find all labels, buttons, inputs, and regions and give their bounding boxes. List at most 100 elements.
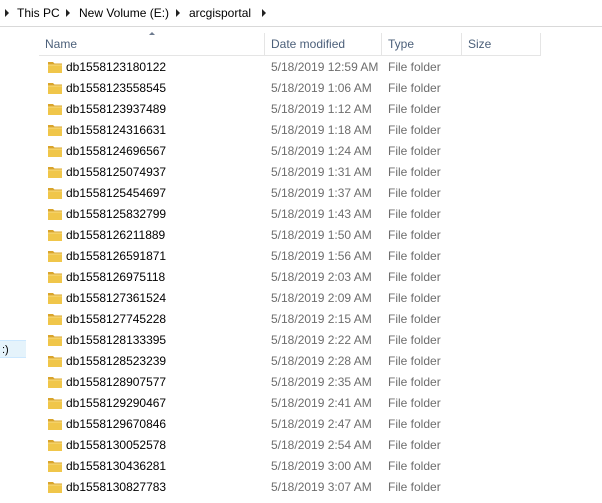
list-item[interactable]: db1558124316631 5/18/2019 1:18 AM File fol… bbox=[39, 120, 602, 141]
list-item[interactable]: db1558126591871 5/18/2019 1:56 AM File fol… bbox=[39, 246, 602, 267]
file-name[interactable]: db1558129670846 bbox=[66, 414, 166, 435]
navigation-pane: :) bbox=[0, 27, 26, 503]
file-type: File folder bbox=[388, 291, 441, 305]
column-header: Name Date modified Type Size bbox=[39, 32, 541, 56]
column-header-date[interactable]: Date modified bbox=[265, 33, 382, 55]
file-name[interactable]: db1558125074937 bbox=[66, 162, 166, 183]
chevron-right-icon[interactable] bbox=[66, 9, 70, 17]
file-name[interactable]: db1558129290467 bbox=[66, 393, 166, 414]
folder-icon bbox=[48, 356, 62, 367]
chevron-right-icon[interactable] bbox=[176, 9, 180, 17]
column-header-name[interactable]: Name bbox=[39, 32, 265, 55]
list-item[interactable]: db1558125832799 5/18/2019 1:43 AM File fol… bbox=[39, 204, 602, 225]
list-item[interactable]: db1558130436281 5/18/2019 3:00 AM File fol… bbox=[39, 456, 602, 477]
folder-icon bbox=[48, 230, 62, 241]
list-item[interactable]: db1558128907577 5/18/2019 2:35 AM File fol… bbox=[39, 372, 602, 393]
column-header-size[interactable]: Size bbox=[462, 33, 541, 55]
file-type: File folder bbox=[388, 123, 441, 137]
folder-icon bbox=[48, 125, 62, 136]
list-item[interactable]: db1558130827783 5/18/2019 3:07 AM File fol… bbox=[39, 477, 602, 498]
file-type: File folder bbox=[388, 480, 441, 494]
list-item[interactable]: db1558124696567 5/18/2019 1:24 AM File fol… bbox=[39, 141, 602, 162]
chevron-right-icon[interactable] bbox=[262, 9, 266, 17]
file-type: File folder bbox=[388, 186, 441, 200]
folder-icon bbox=[48, 272, 62, 283]
file-name[interactable]: db1558123180122 bbox=[66, 57, 166, 78]
address-bar[interactable]: This PC New Volume (E:) arcgisportal bbox=[0, 0, 602, 27]
folder-icon bbox=[48, 314, 62, 325]
list-item[interactable]: db1558129290467 5/18/2019 2:41 AM File fol… bbox=[39, 393, 602, 414]
file-name[interactable]: db1558128523239 bbox=[66, 351, 166, 372]
nav-item-selected[interactable]: :) bbox=[0, 340, 26, 358]
file-date-modified: 5/18/2019 2:41 AM bbox=[271, 396, 372, 410]
file-date-modified: 5/18/2019 2:09 AM bbox=[271, 291, 372, 305]
breadcrumb-arcgisportal[interactable]: arcgisportal bbox=[189, 0, 251, 26]
list-item[interactable]: db1558123937489 5/18/2019 1:12 AM File fol… bbox=[39, 99, 602, 120]
folder-icon bbox=[48, 251, 62, 262]
file-name[interactable]: db1558126591871 bbox=[66, 246, 166, 267]
file-name[interactable]: db1558126975118 bbox=[66, 267, 165, 288]
file-name[interactable]: db1558125832799 bbox=[66, 204, 166, 225]
file-name[interactable]: db1558130052578 bbox=[66, 435, 166, 456]
folder-icon bbox=[48, 104, 62, 115]
file-name[interactable]: db1558125454697 bbox=[66, 183, 166, 204]
file-date-modified: 5/18/2019 1:43 AM bbox=[271, 207, 372, 221]
file-type: File folder bbox=[388, 438, 441, 452]
list-item[interactable]: db1558127361524 5/18/2019 2:09 AM File fol… bbox=[39, 288, 602, 309]
file-type: File folder bbox=[388, 417, 441, 431]
folder-icon bbox=[48, 83, 62, 94]
file-type: File folder bbox=[388, 333, 441, 347]
folder-icon bbox=[48, 146, 62, 157]
file-name[interactable]: db1558130436281 bbox=[66, 456, 166, 477]
list-item[interactable]: db1558127745228 5/18/2019 2:15 AM File fol… bbox=[39, 309, 602, 330]
file-type: File folder bbox=[388, 396, 441, 410]
list-item[interactable]: db1558125074937 5/18/2019 1:31 AM File fol… bbox=[39, 162, 602, 183]
list-item[interactable]: db1558126211889 5/18/2019 1:50 AM File fol… bbox=[39, 225, 602, 246]
file-date-modified: 5/18/2019 3:00 AM bbox=[271, 459, 372, 473]
folder-icon bbox=[48, 440, 62, 451]
file-name[interactable]: db1558127745228 bbox=[66, 309, 166, 330]
file-type: File folder bbox=[388, 228, 441, 242]
file-name[interactable]: db1558128133395 bbox=[66, 330, 166, 351]
folder-icon bbox=[48, 188, 62, 199]
folder-icon bbox=[48, 62, 62, 73]
folder-icon bbox=[48, 461, 62, 472]
breadcrumb-this-pc[interactable]: This PC bbox=[17, 0, 60, 26]
file-name[interactable]: db1558126211889 bbox=[66, 225, 165, 246]
list-item[interactable]: db1558125454697 5/18/2019 1:37 AM File fol… bbox=[39, 183, 602, 204]
breadcrumb-new-volume[interactable]: New Volume (E:) bbox=[79, 0, 169, 26]
file-date-modified: 5/18/2019 2:22 AM bbox=[271, 333, 372, 347]
folder-icon bbox=[48, 167, 62, 178]
file-name[interactable]: db1558123558545 bbox=[66, 78, 166, 99]
file-type: File folder bbox=[388, 207, 441, 221]
list-item[interactable]: db1558128133395 5/18/2019 2:22 AM File fol… bbox=[39, 330, 602, 351]
list-item[interactable]: db1558126975118 5/18/2019 2:03 AM File fol… bbox=[39, 267, 602, 288]
file-date-modified: 5/18/2019 2:15 AM bbox=[271, 312, 372, 326]
file-name[interactable]: db1558127361524 bbox=[66, 288, 166, 309]
column-header-type[interactable]: Type bbox=[382, 33, 462, 55]
chevron-right-icon[interactable] bbox=[5, 9, 9, 17]
folder-icon bbox=[48, 482, 62, 493]
list-item[interactable]: db1558123180122 5/18/2019 12:59 AM File fo… bbox=[39, 57, 602, 78]
file-type: File folder bbox=[388, 144, 441, 158]
folder-icon bbox=[48, 377, 62, 388]
column-header-name-label: Name bbox=[45, 37, 78, 51]
list-item[interactable]: db1558129670846 5/18/2019 2:47 AM File fol… bbox=[39, 414, 602, 435]
file-name[interactable]: db1558128907577 bbox=[66, 372, 166, 393]
list-item[interactable]: db1558130052578 5/18/2019 2:54 AM File fol… bbox=[39, 435, 602, 456]
file-date-modified: 5/18/2019 2:47 AM bbox=[271, 417, 372, 431]
file-type: File folder bbox=[388, 60, 441, 74]
file-name[interactable]: db1558123937489 bbox=[66, 99, 166, 120]
file-type: File folder bbox=[388, 270, 441, 284]
folder-icon bbox=[48, 335, 62, 346]
file-date-modified: 5/18/2019 3:07 AM bbox=[271, 480, 372, 494]
file-type: File folder bbox=[388, 459, 441, 473]
file-name[interactable]: db1558124696567 bbox=[66, 141, 166, 162]
file-date-modified: 5/18/2019 1:12 AM bbox=[271, 102, 372, 116]
file-name[interactable]: db1558124316631 bbox=[66, 120, 166, 141]
file-date-modified: 5/18/2019 2:35 AM bbox=[271, 375, 372, 389]
list-item[interactable]: db1558123558545 5/18/2019 1:06 AM File fol… bbox=[39, 78, 602, 99]
list-item[interactable]: db1558128523239 5/18/2019 2:28 AM File fol… bbox=[39, 351, 602, 372]
file-type: File folder bbox=[388, 165, 441, 179]
file-name[interactable]: db1558130827783 bbox=[66, 477, 166, 498]
